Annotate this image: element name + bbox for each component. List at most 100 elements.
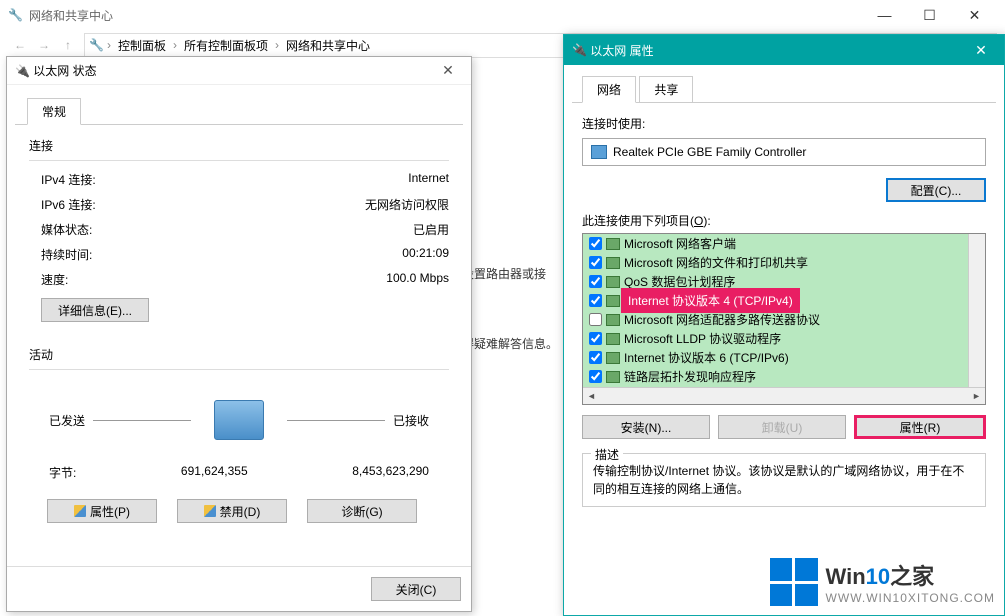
item-label: Internet 协议版本 4 (TCP/IPv4) — [624, 291, 797, 310]
item-checkbox[interactable] — [589, 370, 602, 383]
ethernet-properties-dialog: 🔌 以太网 属性 ✕ 网络 共享 连接时使用: Realtek PCIe GBE… — [563, 34, 1005, 616]
up-button[interactable]: ↑ — [56, 33, 80, 57]
network-item[interactable]: Microsoft 网络的文件和打印机共享 — [583, 253, 985, 272]
tab-general[interactable]: 常规 — [27, 98, 81, 125]
row-value: Internet — [221, 171, 449, 188]
protocol-icon — [606, 371, 620, 383]
network-item[interactable]: Microsoft 网络客户端 — [583, 234, 985, 253]
breadcrumb-item[interactable]: 所有控制面板项 — [184, 37, 268, 54]
items-list-label: 此连接使用下列项目(O): — [582, 212, 986, 229]
folder-icon: 🔧 — [89, 38, 104, 52]
item-checkbox[interactable] — [589, 237, 602, 250]
configure-button[interactable]: 配置(C)... — [886, 178, 986, 202]
item-label: Microsoft 网络客户端 — [624, 235, 736, 252]
row-key: IPv4 连接: — [41, 171, 221, 188]
status-row: 持续时间:00:21:09 — [41, 246, 449, 263]
row-value: 100.0 Mbps — [221, 271, 449, 288]
protocol-icon — [606, 352, 620, 364]
item-checkbox[interactable] — [589, 332, 602, 345]
tab-sharing[interactable]: 共享 — [639, 76, 693, 103]
props-titlebar: 🔌 以太网 属性 ✕ — [564, 35, 1004, 65]
sent-label: 已发送 — [49, 412, 85, 429]
main-title: 网络和共享中心 — [29, 7, 113, 24]
network-item[interactable]: Microsoft 网络适配器多路传送器协议 — [583, 310, 985, 329]
breadcrumb-item[interactable]: 控制面板 — [118, 37, 166, 54]
row-key: 持续时间: — [41, 246, 221, 263]
item-checkbox[interactable] — [589, 313, 602, 326]
status-row: 速度:100.0 Mbps — [41, 271, 449, 288]
install-button[interactable]: 安装(N)... — [582, 415, 710, 439]
details-button[interactable]: 详细信息(E)... — [41, 298, 149, 322]
bytes-label: 字节: — [49, 464, 76, 481]
item-properties-button[interactable]: 属性(R) — [854, 415, 986, 439]
row-value: 00:21:09 — [221, 246, 449, 263]
item-label: 链路层拓扑发现响应程序 — [624, 368, 756, 385]
status-title-text: 以太网 状态 — [33, 62, 96, 79]
protocol-icon — [606, 238, 620, 250]
row-key: IPv6 连接: — [41, 196, 221, 213]
item-label: QoS 数据包计划程序 — [624, 273, 735, 290]
item-label: Microsoft 网络的文件和打印机共享 — [624, 254, 808, 271]
received-label: 已接收 — [393, 412, 429, 429]
item-label: Microsoft LLDP 协议驱动程序 — [624, 330, 781, 347]
chevron-right-icon: › — [275, 38, 279, 52]
scroll-left-arrow[interactable]: ◄ — [583, 388, 600, 404]
connect-using-label: 连接时使用: — [582, 115, 986, 132]
vertical-scrollbar[interactable] — [968, 234, 985, 387]
row-key: 媒体状态: — [41, 221, 221, 238]
computer-icon — [199, 390, 279, 450]
row-value: 无网络访问权限 — [221, 196, 449, 213]
breadcrumb-item[interactable]: 网络和共享中心 — [286, 37, 370, 54]
description-legend: 描述 — [591, 446, 623, 463]
back-button[interactable]: ← — [8, 33, 32, 57]
ethernet-icon: 🔌 — [15, 64, 30, 78]
connection-section-label: 连接 — [29, 137, 449, 154]
uninstall-button: 卸载(U) — [718, 415, 846, 439]
props-tabstrip: 网络 共享 — [572, 69, 996, 103]
maximize-button[interactable]: ☐ — [907, 0, 952, 30]
network-item[interactable]: 链路层拓扑发现响应程序 — [583, 367, 985, 386]
ethernet-icon: 🔌 — [572, 43, 587, 57]
watermark: Win10之家 WWW.WIN10XITONG.COM — [770, 558, 995, 606]
network-item[interactable]: Microsoft LLDP 协议驱动程序 — [583, 329, 985, 348]
adapter-box: Realtek PCIe GBE Family Controller — [582, 138, 986, 166]
status-tabstrip: 常规 — [15, 89, 463, 125]
item-checkbox[interactable] — [589, 256, 602, 269]
item-label: Internet 协议版本 6 (TCP/IPv6) — [624, 349, 789, 366]
row-value: 已启用 — [221, 221, 449, 238]
item-checkbox[interactable] — [589, 351, 602, 364]
item-label: Microsoft 网络适配器多路传送器协议 — [624, 311, 820, 328]
diagnose-button[interactable]: 诊断(G) — [307, 499, 417, 523]
forward-button[interactable]: → — [32, 33, 56, 57]
scroll-right-arrow[interactable]: ► — [968, 388, 985, 404]
shield-icon — [204, 505, 216, 517]
item-checkbox[interactable] — [589, 294, 602, 307]
activity-section-label: 活动 — [29, 346, 449, 363]
network-icon: 🔧 — [8, 8, 23, 22]
tab-network[interactable]: 网络 — [582, 76, 636, 103]
close-dialog-button[interactable]: 关闭(C) — [371, 577, 461, 601]
close-button[interactable]: ✕ — [433, 62, 463, 79]
props-title-text: 以太网 属性 — [590, 42, 653, 59]
protocol-icon — [606, 276, 620, 288]
description-text: 传输控制协议/Internet 协议。该协议是默认的广域网络协议，用于在不同的相… — [593, 462, 975, 498]
status-row: IPv6 连接:无网络访问权限 — [41, 196, 449, 213]
ethernet-status-dialog: 🔌 以太网 状态 ✕ 常规 连接 IPv4 连接:InternetIPv6 连接… — [6, 56, 472, 612]
horizontal-scrollbar[interactable]: ◄ ► — [583, 387, 985, 404]
status-row: 媒体状态:已启用 — [41, 221, 449, 238]
main-titlebar: 🔧 网络和共享中心 — ☐ ✕ — [0, 0, 1005, 30]
protocol-icon — [606, 257, 620, 269]
network-items-list[interactable]: Microsoft 网络客户端 Microsoft 网络的文件和打印机共享 QoS … — [582, 233, 986, 405]
minimize-button[interactable]: — — [862, 0, 907, 30]
network-item[interactable]: Internet 协议版本 6 (TCP/IPv6) — [583, 348, 985, 367]
close-button[interactable]: ✕ — [966, 42, 996, 59]
chevron-right-icon: › — [173, 38, 177, 52]
properties-button[interactable]: 属性(P) — [47, 499, 157, 523]
windows-logo-icon — [770, 558, 818, 606]
network-item[interactable]: QoS 数据包计划程序 — [583, 272, 985, 291]
protocol-icon — [606, 333, 620, 345]
item-checkbox[interactable] — [589, 275, 602, 288]
disable-button[interactable]: 禁用(D) — [177, 499, 287, 523]
network-item[interactable]: Internet 协议版本 4 (TCP/IPv4) — [583, 291, 985, 310]
close-button[interactable]: ✕ — [952, 0, 997, 30]
